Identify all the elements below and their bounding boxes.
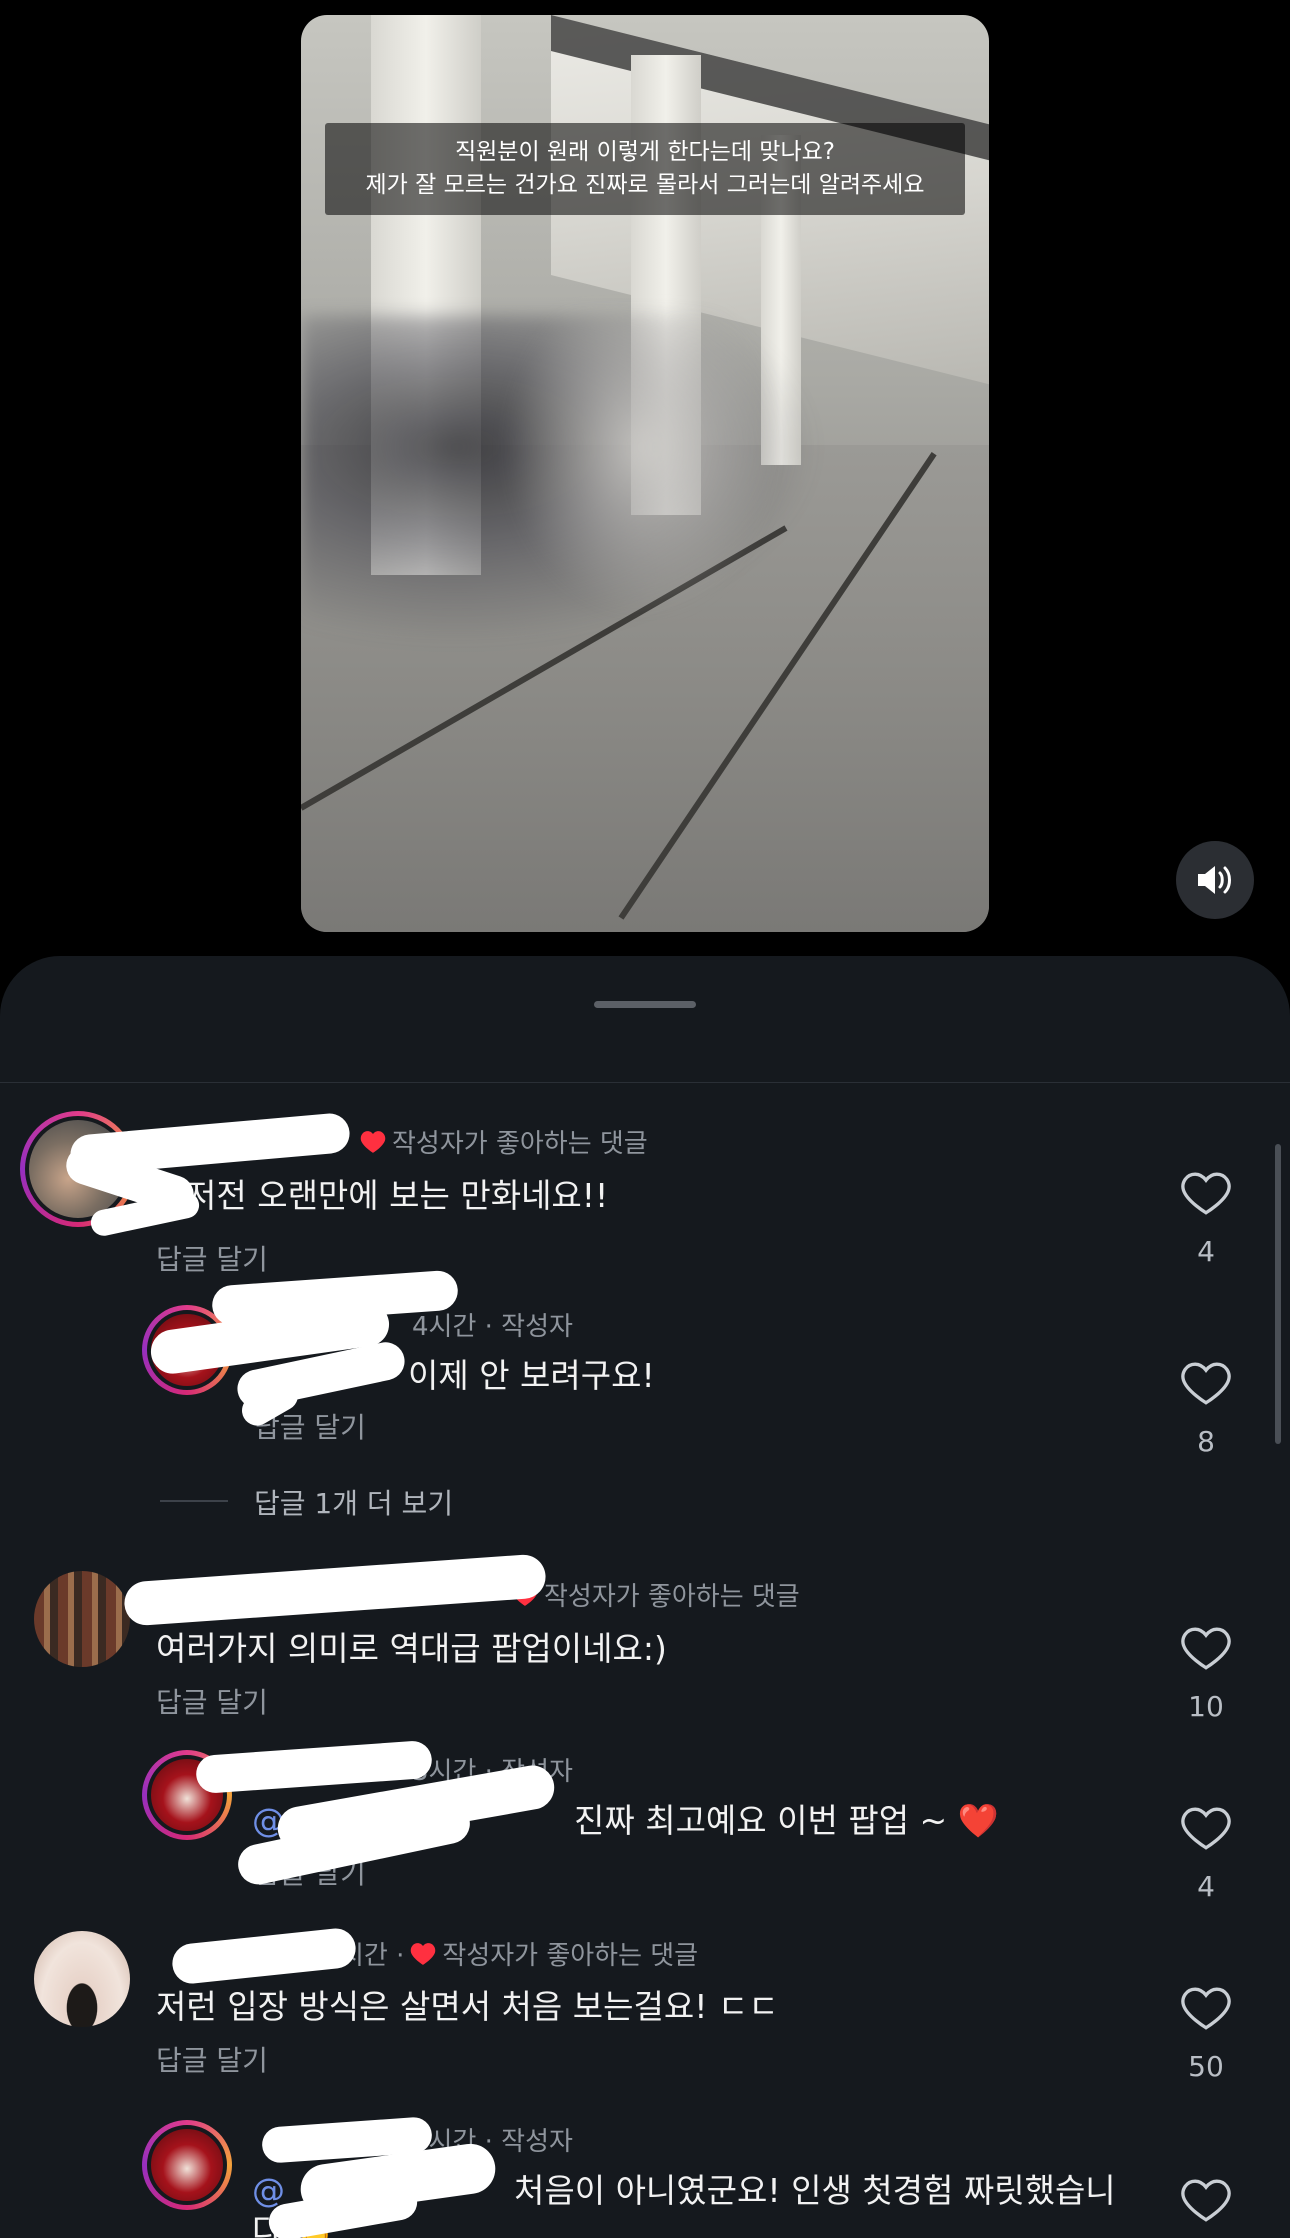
like-button[interactable]: 4 — [1176, 1806, 1236, 1903]
heart-outline-icon — [1181, 1627, 1231, 1670]
like-count: 50 — [1188, 2050, 1224, 2083]
sheet-divider — [0, 1082, 1290, 1083]
comment-meta: 작성자가 좋아하는 댓글 — [360, 1123, 648, 1160]
reply-button[interactable]: 답글 달기 — [156, 1238, 268, 1278]
like-button[interactable]: 50 — [1176, 1986, 1236, 2083]
view-more-replies-button[interactable]: 답글 1개 더 보기 — [254, 1482, 453, 1522]
video-player[interactable]: 직원분이 원래 이렇게 한다는데 맞나요? 제가 잘 모르는 건가요 진짜로 몰… — [301, 15, 989, 932]
avatar[interactable] — [34, 1931, 130, 2027]
reply-button[interactable]: 답글 달기 — [156, 2039, 268, 2079]
avatar[interactable] — [34, 1571, 130, 1667]
sound-toggle-button[interactable] — [1176, 841, 1254, 919]
like-count: 10 — [1188, 1690, 1224, 1723]
heart-outline-icon — [1181, 2179, 1231, 2222]
comment-meta: 4시간 · 작성자 — [412, 1312, 573, 1342]
scrollbar[interactable] — [1275, 1144, 1281, 1444]
comment-meta-text: 작성자가 좋아하는 댓글 — [392, 1129, 648, 1159]
redaction-mark — [170, 1926, 358, 1986]
speaker-icon — [1198, 866, 1231, 894]
comment-text: 이제 안 보려구요! — [408, 1356, 655, 1395]
heart-outline-icon — [1181, 1172, 1231, 1215]
comments-sheet: 작성자가 좋아하는 댓글 저전 오랜만에 보는 만화네요!! 답글 달기 4 4… — [0, 956, 1290, 2238]
reply-button[interactable]: 답글 달기 — [156, 1681, 268, 1721]
heart-outline-icon — [1181, 1807, 1231, 1850]
redaction-mark — [194, 1739, 434, 1795]
comment-meta: 시간 · 작성자가 좋아하는 댓글 — [340, 1935, 698, 1972]
video-caption-line1: 직원분이 원래 이렇게 한다는데 맞나요? — [454, 139, 835, 165]
video-caption: 직원분이 원래 이렇게 한다는데 맞나요? 제가 잘 모르는 건가요 진짜로 몰… — [325, 123, 965, 215]
video-frame-crowd — [481, 315, 801, 645]
like-count: 8 — [1197, 1425, 1215, 1458]
comment-text-body: 진짜 최고예요 이번 팝업 ~ ❤️ — [574, 1801, 999, 1840]
comment-meta-text: 작성자가 좋아하는 댓글 — [544, 1582, 800, 1612]
avatar[interactable] — [142, 2120, 232, 2210]
like-button[interactable]: 8 — [1176, 1361, 1236, 1458]
heart-icon — [360, 1130, 386, 1153]
like-button[interactable]: 4 — [1176, 1171, 1236, 1268]
comment-text: 저전 오랜만에 보는 만화네요!! — [186, 1176, 609, 1215]
heart-icon — [411, 1942, 436, 1965]
redaction-mark — [122, 1553, 548, 1627]
like-button[interactable]: 10 — [1176, 1626, 1236, 1723]
like-count: 4 — [1197, 1235, 1215, 1268]
comment-meta: 작성자가 좋아하는 댓글 — [512, 1576, 800, 1613]
sheet-drag-handle[interactable] — [594, 1001, 696, 1008]
heart-outline-icon — [1181, 1362, 1231, 1405]
comment-meta-text: 작성자가 좋아하는 댓글 — [442, 1941, 699, 1971]
comment-text: 저런 입장 방식은 살면서 처음 보는걸요! ㄷㄷ — [156, 1987, 779, 2026]
heart-outline-icon — [1181, 1987, 1231, 2030]
like-count: 4 — [1197, 1870, 1215, 1903]
video-caption-line2: 제가 잘 모르는 건가요 진짜로 몰라서 그러는데 알려주세요 — [365, 172, 925, 198]
like-button[interactable] — [1176, 2178, 1236, 2228]
comment-text: 여러가지 의미로 역대급 팝업이네요:) — [156, 1629, 667, 1668]
more-replies-line — [160, 1500, 228, 1502]
comment-text-body: 처음이 아니였군요! 인생 첫경험 짜릿했습니 — [514, 2171, 1116, 2210]
